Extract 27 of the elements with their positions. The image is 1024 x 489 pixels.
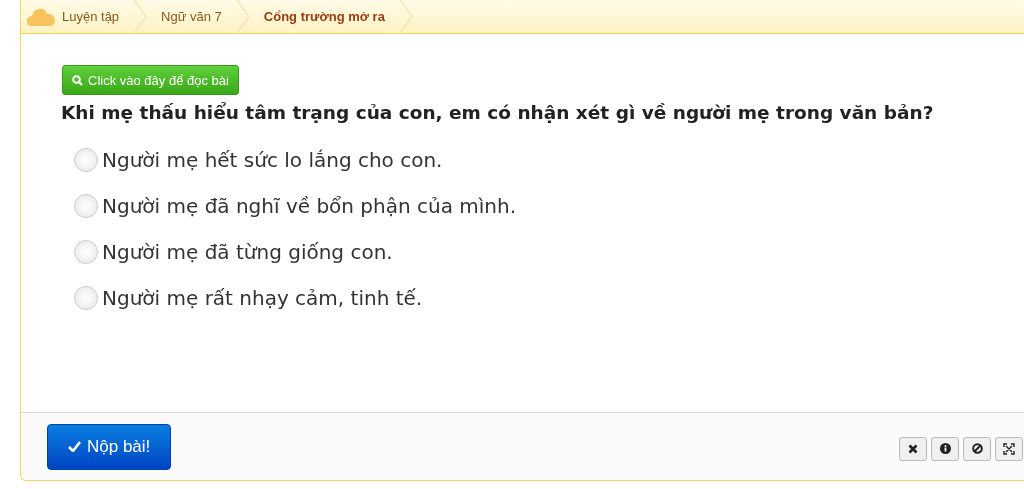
answer-option[interactable]: Người mẹ đã nghĩ về bổn phận của mình.	[102, 194, 517, 218]
tool-button[interactable]	[931, 436, 959, 461]
close-icon	[908, 443, 918, 454]
tool-button[interactable]	[963, 436, 991, 461]
tool-button[interactable]	[995, 436, 1023, 461]
radio-button[interactable]	[74, 286, 98, 310]
answer-option[interactable]: Người mẹ rất nhạy cảm, tinh tế.	[102, 286, 423, 310]
radio-button[interactable]	[74, 148, 98, 172]
breadcrumb-separator	[133, 0, 148, 33]
fullscreen-icon	[1003, 442, 1015, 455]
submit-button[interactable]: Nộp bài!	[47, 423, 172, 470]
question-text: Khi mẹ thấu hiểu tâm trạng của con, em có nhận xét gì về người mẹ trong văn bản?	[61, 102, 935, 123]
radio-button[interactable]	[74, 194, 98, 218]
search-icon	[72, 74, 83, 86]
breadcrumb-item[interactable]: Cổng trường mở ra	[263, 9, 399, 24]
answer-option[interactable]: Người mẹ đã từng giống con.	[102, 240, 393, 264]
info-icon	[939, 443, 951, 454]
cloud-icon	[26, 6, 56, 27]
breadcrumb-item[interactable]: Luyện tập	[62, 9, 134, 24]
breadcrumb-separator	[235, 0, 250, 33]
answer-option[interactable]: Người mẹ hết sức lo lắng cho con.	[102, 148, 443, 172]
check-icon	[68, 441, 81, 452]
ban-icon	[971, 443, 983, 454]
breadcrumb-separator	[398, 0, 413, 33]
radio-button[interactable]	[74, 240, 98, 264]
tool-button[interactable]	[899, 436, 927, 461]
breadcrumb-item[interactable]: Ngữ văn 7	[161, 9, 236, 24]
